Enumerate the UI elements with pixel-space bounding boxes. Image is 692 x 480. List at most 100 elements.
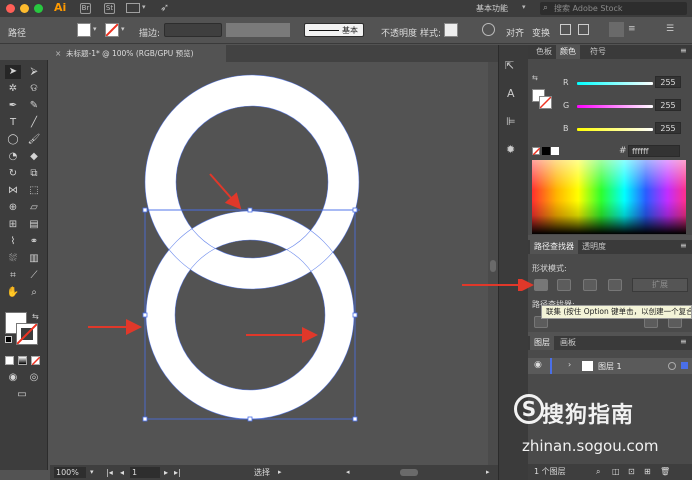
curvature-tool-icon[interactable]: ✎: [26, 99, 42, 113]
panel-menu-icon[interactable]: ≡: [680, 337, 687, 346]
exclude-button[interactable]: [608, 279, 622, 291]
scale-tool-icon[interactable]: ⧉: [26, 167, 42, 181]
eraser-tool-icon[interactable]: ◆: [26, 150, 42, 164]
tab-swatches[interactable]: 色板: [532, 45, 556, 59]
zoom-field[interactable]: 100%: [54, 467, 86, 478]
transform-button[interactable]: 变换: [532, 26, 550, 39]
align-panel-icon[interactable]: ⊫: [506, 115, 516, 128]
export-icon[interactable]: ⇱: [505, 59, 514, 72]
intersect-button[interactable]: [583, 279, 597, 291]
none-mode-icon[interactable]: [31, 356, 41, 366]
previous-artboard-icon[interactable]: ◂: [120, 465, 124, 480]
document-tab[interactable]: × 未标题-1* @ 100% (RGB/GPU 预览): [50, 45, 226, 62]
chevron-down-icon[interactable]: ▾: [121, 25, 125, 33]
stroke-swatch[interactable]: [105, 23, 119, 37]
tab-layers[interactable]: 图层: [530, 336, 554, 350]
lasso-tool-icon[interactable]: ଡ: [26, 82, 42, 96]
screen-mode-icon[interactable]: ▭: [14, 388, 30, 402]
direct-selection-tool-icon[interactable]: ⮚: [26, 65, 42, 79]
last-artboard-icon[interactable]: ▸|: [174, 465, 181, 480]
magic-wand-tool-icon[interactable]: ✲: [5, 82, 21, 96]
red-slider[interactable]: [577, 82, 653, 85]
mesh-tool-icon[interactable]: ⊞: [5, 218, 21, 232]
green-value-field[interactable]: 255: [655, 99, 681, 111]
minus-front-button[interactable]: [557, 279, 571, 291]
swap-colors-icon[interactable]: ⇆: [32, 312, 39, 321]
appearance-panel-icon[interactable]: ✹: [506, 143, 515, 156]
chevron-down-icon[interactable]: ▾: [142, 3, 146, 11]
free-transform-tool-icon[interactable]: ⬚: [26, 184, 42, 198]
blend-tool-icon[interactable]: ⚭: [26, 235, 42, 249]
draw-normal-icon[interactable]: ◉: [5, 371, 21, 385]
panel-menu-icon[interactable]: ≡: [680, 241, 687, 250]
character-panel-icon[interactable]: A: [507, 87, 515, 100]
isolate-object-icon[interactable]: [560, 24, 571, 35]
brush-definition-dropdown[interactable]: 基本: [304, 23, 364, 37]
arrange-documents-icon[interactable]: [126, 3, 140, 13]
blue-slider[interactable]: [577, 128, 653, 131]
green-slider[interactable]: [577, 105, 653, 108]
selection-indicator[interactable]: [681, 362, 688, 369]
hex-field[interactable]: ffffff: [628, 145, 680, 157]
pen-tool-icon[interactable]: ✒: [5, 99, 21, 113]
layer-row[interactable]: ◉ › 图层 1: [528, 358, 692, 374]
chevron-right-icon[interactable]: ›: [568, 360, 571, 369]
first-artboard-icon[interactable]: |◂: [106, 465, 113, 480]
layer-name[interactable]: 图层 1: [598, 361, 622, 372]
blue-value-field[interactable]: 255: [655, 122, 681, 134]
next-artboard-icon[interactable]: ▸: [164, 465, 168, 480]
target-icon[interactable]: [668, 362, 676, 370]
bridge-icon[interactable]: Br: [80, 3, 91, 14]
minimize-window-button[interactable]: [20, 4, 29, 13]
fill-swatch[interactable]: [77, 23, 91, 37]
opacity-label[interactable]: 不透明度: [381, 26, 417, 39]
close-icon[interactable]: ×: [55, 45, 61, 62]
white-swatch[interactable]: [551, 147, 559, 155]
draw-behind-icon[interactable]: ◎: [26, 371, 42, 385]
shape-builder-tool-icon[interactable]: ⊕: [5, 201, 21, 215]
menu-lines-icon[interactable]: ≡: [628, 24, 636, 34]
delete-layer-icon[interactable]: 🗑: [660, 464, 670, 480]
new-layer-icon[interactable]: ⊞: [644, 464, 651, 480]
red-value-field[interactable]: 255: [655, 76, 681, 88]
tab-pathfinder[interactable]: 路径查找器: [530, 240, 578, 254]
align-button[interactable]: 对齐: [506, 26, 524, 39]
canvas[interactable]: [50, 62, 488, 465]
ellipse-tool-icon[interactable]: ◯: [5, 133, 21, 147]
line-tool-icon[interactable]: ╱: [26, 116, 42, 130]
zoom-tool-icon[interactable]: ⌕: [26, 286, 42, 300]
panel-menu-icon[interactable]: ≡: [680, 46, 687, 55]
scrollbar-thumb[interactable]: [490, 260, 496, 272]
artboard-number-field[interactable]: 1: [130, 467, 160, 478]
tab-color[interactable]: 颜色: [556, 45, 580, 59]
column-graph-tool-icon[interactable]: ▥: [26, 252, 42, 266]
stock-icon[interactable]: St: [104, 3, 115, 14]
none-color-swatch[interactable]: [532, 147, 541, 156]
chevron-down-icon[interactable]: ▾: [522, 3, 526, 11]
color-mode-icon[interactable]: [5, 356, 14, 365]
align-options-icon[interactable]: [609, 22, 624, 37]
clipping-mask-icon[interactable]: ◫: [612, 464, 620, 480]
hand-tool-icon[interactable]: ✋: [5, 286, 21, 300]
width-tool-icon[interactable]: ⋈: [5, 184, 21, 198]
gpu-rocket-icon[interactable]: ➶: [160, 1, 169, 14]
chevron-down-icon[interactable]: ▾: [93, 25, 97, 33]
zoom-window-button[interactable]: [34, 4, 43, 13]
current-tool-status[interactable]: 选择: [254, 465, 270, 480]
perspective-grid-tool-icon[interactable]: ▱: [26, 201, 42, 215]
panel-menu-icon[interactable]: ☰: [666, 24, 674, 34]
bottom-ring[interactable]: [146, 211, 354, 419]
eye-icon[interactable]: ◉: [534, 360, 542, 370]
slice-tool-icon[interactable]: ⟋: [26, 269, 42, 283]
shaper-tool-icon[interactable]: ◔: [5, 150, 21, 164]
type-tool-icon[interactable]: T: [5, 116, 21, 130]
swap-colors-icon[interactable]: ⇆: [532, 74, 538, 82]
symbol-sprayer-tool-icon[interactable]: ⛆: [5, 252, 21, 266]
tab-transparency[interactable]: 透明度: [578, 240, 610, 254]
selection-tool-icon[interactable]: ➤: [5, 65, 21, 79]
black-swatch[interactable]: [542, 147, 550, 155]
default-colors-icon[interactable]: [5, 336, 12, 343]
locate-object-icon[interactable]: ⌕: [596, 464, 600, 480]
status-menu-arrow-icon[interactable]: ▸: [278, 465, 282, 480]
stroke-weight-field[interactable]: [164, 23, 222, 37]
